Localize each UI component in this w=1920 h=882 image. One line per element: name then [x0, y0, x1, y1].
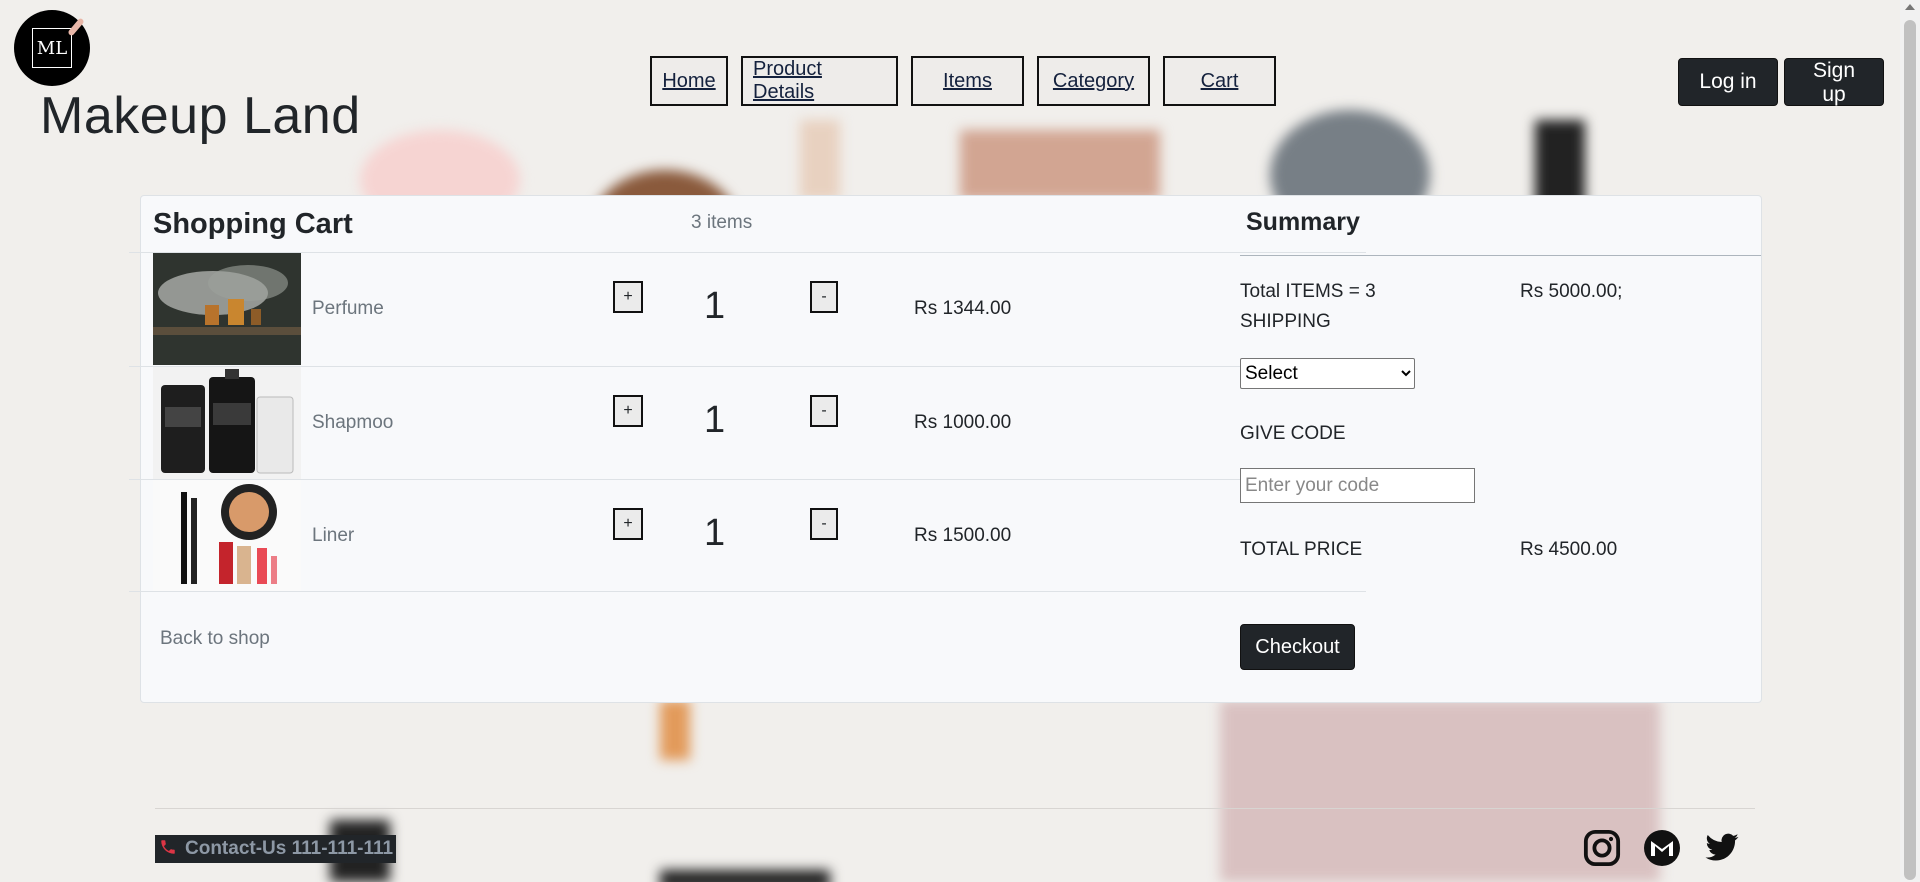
twitter-icon[interactable] — [1702, 828, 1742, 868]
social-links — [1582, 828, 1742, 868]
summary-divider — [1240, 255, 1761, 256]
cart-divider — [129, 591, 1366, 592]
product-price: Rs 1344.00 — [914, 298, 1012, 319]
product-name: Liner — [312, 525, 355, 546]
product-name: Shapmoo — [312, 412, 394, 433]
cart-title: Shopping Cart — [153, 208, 353, 240]
login-button[interactable]: Log in — [1678, 58, 1778, 106]
nav-home[interactable]: Home — [650, 56, 728, 106]
contact-text: Contact-Us 111-111-111 — [185, 838, 394, 859]
increase-qty-button[interactable]: + — [613, 281, 643, 313]
phone-icon — [159, 838, 177, 861]
product-qty: 1 — [704, 512, 726, 554]
cart-row: Liner + 1 - Rs 1500.00 — [129, 479, 1366, 593]
scroll-up-icon[interactable] — [1905, 4, 1915, 10]
site-title: Makeup Land — [40, 87, 361, 145]
cart-row: Perfume + 1 - Rs 1344.00 — [129, 252, 1366, 366]
brush-icon — [67, 17, 85, 37]
checkout-button[interactable]: Checkout — [1240, 624, 1355, 670]
shipping-label: SHIPPING — [1240, 311, 1331, 332]
nav-category[interactable]: Category — [1037, 56, 1150, 106]
cart-row: Shapmoo + 1 - Rs 1000.00 — [129, 366, 1366, 480]
footer-divider — [155, 808, 1755, 809]
scrollbar-thumb[interactable] — [1904, 20, 1916, 880]
product-image-shampoo — [153, 367, 301, 479]
scrollbar[interactable] — [1900, 0, 1920, 882]
main-nav: Home Product Details Items Category Cart — [650, 56, 1276, 106]
increase-qty-button[interactable]: + — [613, 508, 643, 540]
signup-button[interactable]: Sign up — [1784, 58, 1884, 106]
contact-info: Contact-Us 111-111-111 — [155, 835, 397, 863]
total-price-label: TOTAL PRICE — [1240, 539, 1363, 560]
nav-items[interactable]: Items — [911, 56, 1024, 106]
increase-qty-button[interactable]: + — [613, 395, 643, 427]
summary-panel: Summary Total ITEMS = 3 Rs 5000.00; SHIP… — [1240, 196, 1761, 702]
decrease-qty-button[interactable]: - — [810, 395, 838, 427]
back-to-shop-link[interactable]: Back to shop — [160, 628, 270, 650]
decrease-qty-button[interactable]: - — [810, 281, 838, 313]
promo-code-input[interactable] — [1240, 468, 1475, 503]
logo[interactable]: ML — [14, 10, 90, 86]
nav-cart[interactable]: Cart — [1163, 56, 1276, 106]
total-items-value: Rs 5000.00; — [1520, 281, 1623, 302]
product-image-perfume — [153, 253, 301, 365]
product-name: Perfume — [312, 298, 384, 319]
shipping-select[interactable]: Select — [1240, 358, 1415, 389]
total-items-label: Total ITEMS = 3 — [1240, 281, 1376, 302]
product-qty: 1 — [704, 285, 726, 327]
product-qty: 1 — [704, 399, 726, 441]
logo-text: ML — [36, 37, 68, 59]
product-price: Rs 1000.00 — [914, 412, 1012, 433]
summary-title: Summary — [1246, 208, 1360, 236]
product-image-liner — [153, 480, 301, 592]
give-code-label: GIVE CODE — [1240, 423, 1346, 444]
product-price: Rs 1500.00 — [914, 525, 1012, 546]
total-price-value: Rs 4500.00 — [1520, 539, 1618, 560]
cart-item-count: 3 items — [691, 212, 753, 233]
decrease-qty-button[interactable]: - — [810, 508, 838, 540]
cart-card: Shopping Cart 3 items Perfume + 1 - Rs 1… — [129, 195, 1762, 703]
auth-buttons: Log in Sign up — [1678, 58, 1884, 106]
gmail-icon[interactable] — [1642, 828, 1682, 868]
logo-frame: ML — [32, 17, 85, 68]
instagram-icon[interactable] — [1582, 828, 1622, 868]
nav-product-details[interactable]: Product Details — [741, 56, 898, 106]
